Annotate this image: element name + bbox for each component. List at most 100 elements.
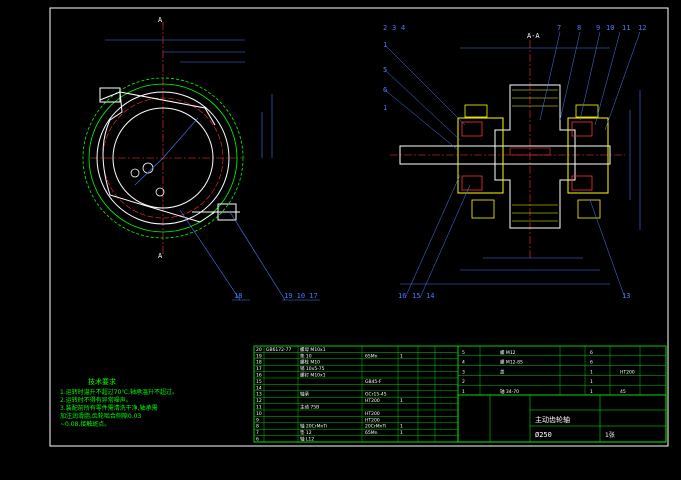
- bom-cell: 轴 20CrMnTi: [300, 423, 327, 430]
- balloon-5: 5: [383, 66, 387, 74]
- balloon-10: 10: [606, 24, 614, 32]
- title-spec: Ø250: [535, 431, 552, 439]
- bom-cell: 1: [462, 389, 465, 395]
- leader-18: [179, 209, 241, 301]
- radius-dim-2: [134, 157, 164, 186]
- bom-cell: 13: [256, 392, 262, 398]
- balloon-1b: 1: [383, 104, 387, 112]
- bom-cell: 销 10x5-75: [300, 365, 325, 372]
- balloons-top: 2 3 4 7 8 9 10 11 12: [383, 24, 646, 32]
- notes-title: 技术要求: [88, 378, 116, 386]
- bom-cell: 1: [400, 430, 403, 436]
- leader-left-b: [384, 69, 461, 141]
- section-view: [384, 31, 641, 299]
- leader-left-a: [384, 44, 466, 126]
- bom-cell: 盖: [500, 368, 505, 375]
- note-2: 2.运转时不得有异常噪声。: [60, 397, 132, 404]
- pin-hole-1: [142, 162, 154, 174]
- bom-cell: 45: [620, 389, 626, 395]
- bom-cell: 65Mn: [365, 353, 378, 359]
- balloon-2: 2: [383, 24, 387, 32]
- bom-cell: 4: [462, 360, 465, 366]
- bom-cell: 1: [590, 389, 593, 395]
- bom-cell: 12: [256, 398, 262, 404]
- front-view: [82, 22, 320, 301]
- bom-cell: 9: [256, 417, 259, 423]
- radius-dim-1: [162, 117, 199, 159]
- bom-cell: 65Mn: [365, 430, 378, 436]
- foot-left-top: [464, 104, 488, 118]
- bom-cell: 1: [590, 369, 593, 375]
- foot-right-top: [575, 104, 599, 118]
- bom-cell: 6: [590, 360, 593, 366]
- leader-top-c: [579, 31, 601, 121]
- balloon-13: 13: [622, 292, 630, 300]
- foot-right-bottom: [577, 199, 601, 219]
- bom-cell: HT200: [365, 411, 380, 417]
- balloon-3: 3: [392, 24, 396, 32]
- bom-cell: 17: [256, 366, 262, 372]
- bom-cell: 1: [590, 379, 593, 385]
- leader-bottom-c: [589, 199, 626, 299]
- bearing-housing-right: [567, 117, 609, 194]
- balloons-bottom: 16 15 14 13: [398, 292, 630, 300]
- balloon-18: 18: [234, 292, 242, 300]
- foot-left-bottom: [471, 199, 495, 219]
- bom-cell: GCr15-45: [365, 392, 387, 398]
- bom-cell: 螺 M12: [500, 349, 516, 356]
- bom-cell: 1: [400, 398, 403, 404]
- bom-cell: HT200: [365, 417, 380, 423]
- bom-cell: 5: [462, 350, 465, 356]
- balloon-16: 16: [398, 292, 406, 300]
- gear-hatch: [512, 89, 558, 222]
- leader-top-b: [559, 31, 581, 121]
- bearing-left-bottom: [461, 175, 483, 191]
- bearing-left-top: [461, 121, 483, 137]
- bom-cell: 18: [256, 360, 262, 366]
- balloon-15: 15: [412, 292, 420, 300]
- balloon-1a: 1: [383, 41, 387, 49]
- bom-cell: 7: [256, 430, 259, 436]
- bom-cell: 6: [590, 350, 593, 356]
- bom-cell: HT200: [620, 369, 635, 375]
- bom-cell: HT200: [365, 398, 380, 404]
- bom-table: 20 GB6172-77 螺母 M10x119 垫 10 65Mn 118 螺栓 M1017…: [253, 345, 667, 443]
- cut-mark-bottom: A: [158, 252, 163, 260]
- bom-cell: 垫 10: [300, 352, 312, 359]
- balloon-19-10-17: 19 10 17: [284, 292, 318, 300]
- balloon-9: 9: [596, 24, 600, 32]
- leader-top-a: [539, 31, 561, 121]
- bom-cell: 主动 75B: [300, 404, 319, 411]
- balloons-left: 1 5 6 1: [383, 41, 387, 112]
- note-4: 加注润滑脂,齿轮啮合侧隙0.03: [60, 413, 142, 420]
- bom-cell: 14: [256, 385, 262, 391]
- bom-cell: GB45-F: [365, 379, 382, 385]
- title-sheet: 1张: [605, 431, 615, 439]
- balloon-12: 12: [638, 24, 646, 32]
- bom-cell: 15: [256, 379, 262, 385]
- balloon-11: 11: [622, 24, 630, 32]
- bom-cell: 19: [256, 353, 262, 359]
- leader-bottom-b: [419, 184, 471, 299]
- bom-left-rows: 20 GB6172-77 螺母 M10x119 垫 10 65Mn 118 螺栓 M1017…: [254, 346, 458, 443]
- balloon-4: 4: [401, 24, 405, 32]
- bom-cell: 20CrMnTi: [365, 424, 386, 430]
- bom-right-rows: 5 螺 M12 6 4 螺 M12-8S 6 3 盖 1 HT200 2 1 1 轴 34-70 1 45: [458, 346, 666, 396]
- bearing-housing-left: [457, 117, 504, 194]
- bom-cell: 2: [462, 379, 465, 385]
- cut-mark-top: A: [158, 16, 163, 24]
- bom-cell: 轴承: [300, 391, 309, 398]
- leader-19: [229, 211, 286, 301]
- leader-top-d: [594, 31, 621, 126]
- technical-notes: 技术要求 1.运转时温升不超过70℃,轴承温升不超过。 2.运转时不得有异常噪声…: [60, 378, 178, 429]
- bom-cell: 16: [256, 373, 262, 379]
- bom-cell: 6: [256, 437, 259, 443]
- bom-cell: 20: [256, 347, 262, 353]
- bom-cell: 螺钉 M10x1: [300, 372, 326, 379]
- bom-cell: 10: [256, 411, 262, 417]
- note-5: ~0.08,接触斑点。: [60, 421, 111, 428]
- balloon-7: 7: [557, 24, 561, 32]
- bom-cell: 螺母 M10x1: [300, 346, 326, 353]
- clamp-bracket: [99, 91, 216, 223]
- pin-hole-2: [130, 168, 140, 178]
